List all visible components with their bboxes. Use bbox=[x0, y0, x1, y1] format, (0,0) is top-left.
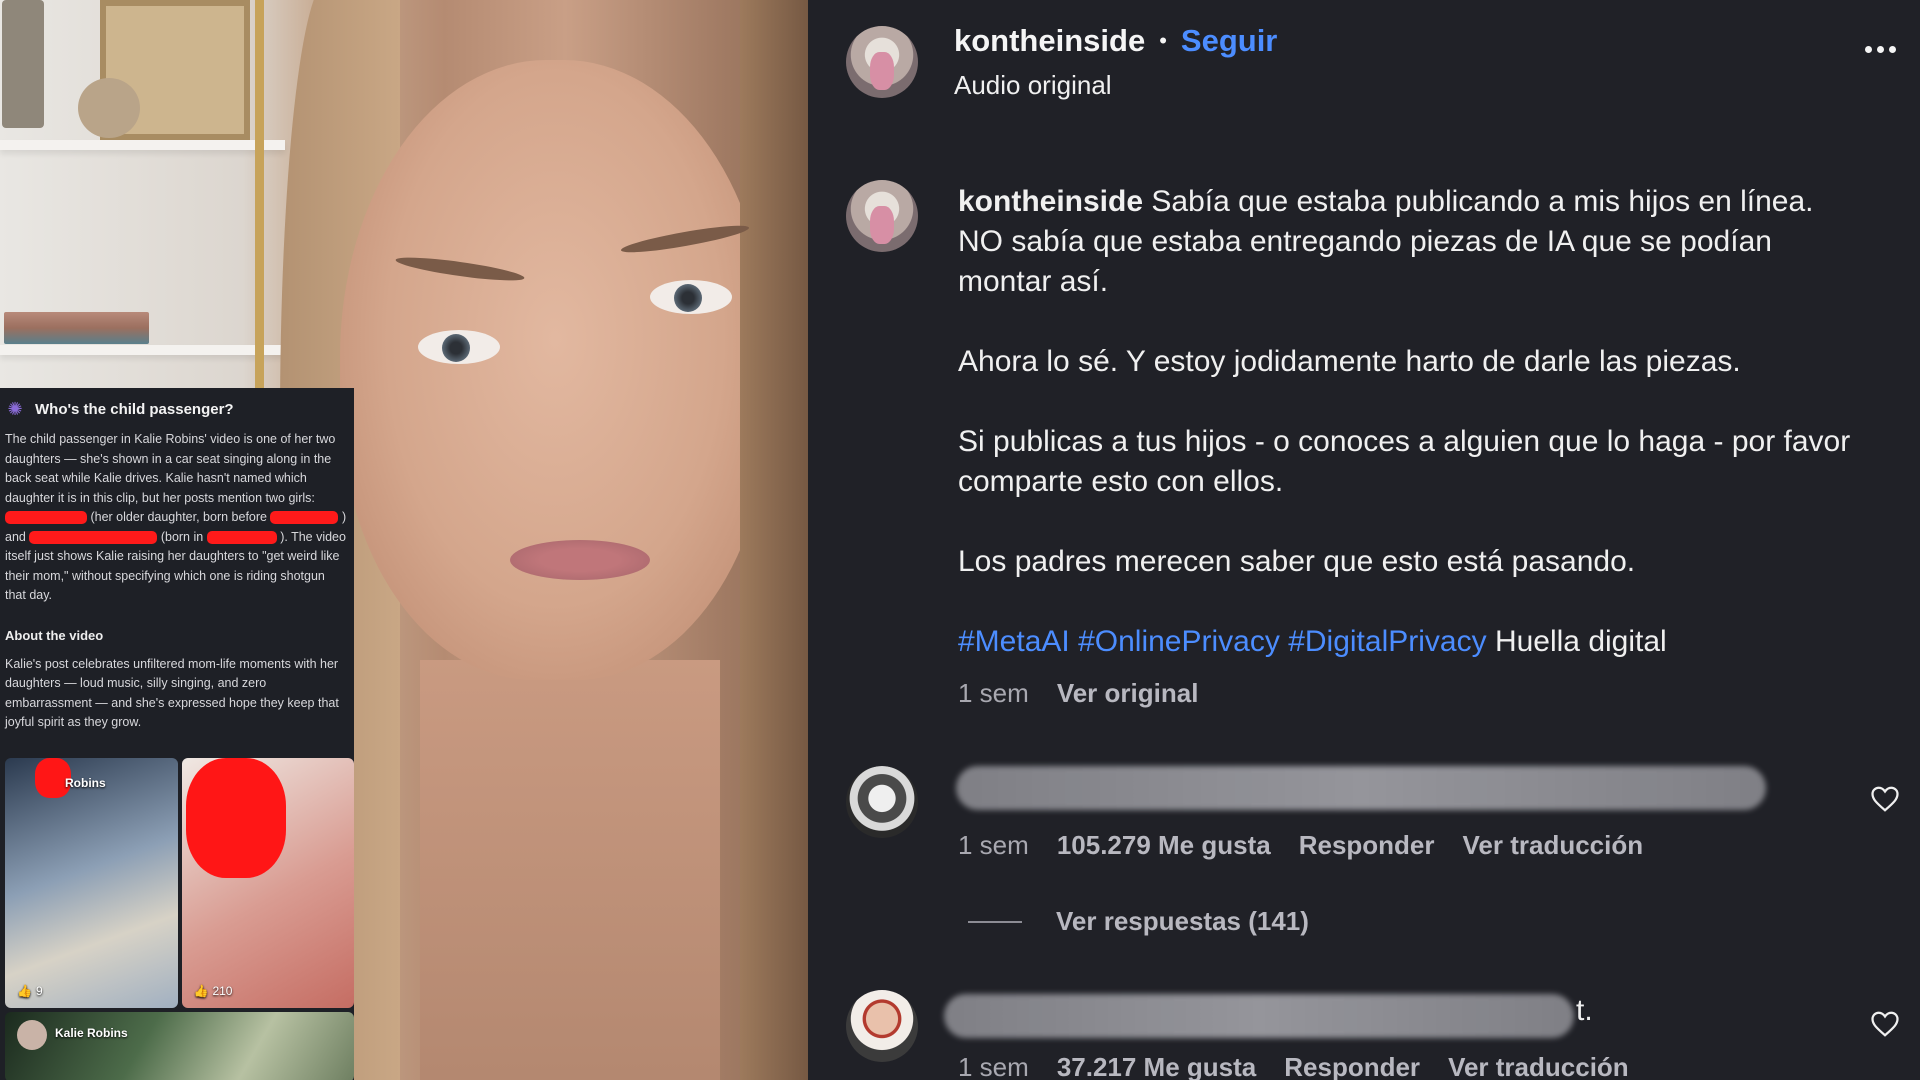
caption-text: Los padres merecen saber que esto está p… bbox=[958, 545, 1636, 578]
person-mouth bbox=[510, 540, 650, 580]
redaction-mark bbox=[206, 530, 277, 544]
thumbnail-author: Robins bbox=[65, 776, 106, 790]
comment-meta: 1 sem 37.217 Me gusta Responder Ver trad… bbox=[958, 1052, 1629, 1080]
hashtag-link[interactable]: #MetaAI bbox=[958, 625, 1070, 658]
caption-tail-text: Huella digital bbox=[1494, 625, 1667, 658]
commenter-avatar[interactable] bbox=[846, 990, 918, 1062]
avatar bbox=[17, 1020, 47, 1050]
caption-text: Ahora lo sé. Y estoy jodidamente harto d… bbox=[958, 345, 1741, 378]
background-books bbox=[4, 312, 149, 344]
overlay-about-text: Kalie's post celebrates unfiltered mom-l… bbox=[5, 656, 339, 730]
see-translation-button[interactable]: Ver traducción bbox=[1448, 1052, 1629, 1080]
view-replies-button[interactable]: Ver respuestas (141) bbox=[968, 906, 1309, 937]
post-caption: kontheinside Sabía que estaba publicando… bbox=[958, 182, 1858, 662]
overlay-text: The child passenger in Kalie Robins' vid… bbox=[5, 432, 336, 505]
background-shelf bbox=[0, 345, 285, 355]
overlay-title: Who's the child passenger? bbox=[35, 400, 234, 418]
overlay-text: (born in bbox=[160, 529, 204, 544]
person-eye bbox=[650, 280, 732, 314]
thumbnail-author: Kalie Robins bbox=[55, 1026, 128, 1040]
more-options-icon[interactable] bbox=[1865, 46, 1896, 53]
caption-time: 1 sem bbox=[958, 678, 1029, 708]
comment-meta: 1 sem 105.279 Me gusta Responder Ver tra… bbox=[958, 830, 1643, 861]
background-shelf bbox=[0, 140, 285, 150]
thumbnail-likes: 👍 9 bbox=[17, 984, 43, 998]
post-header: kontheinside • Seguir bbox=[954, 23, 1277, 59]
author-avatar[interactable] bbox=[846, 26, 918, 98]
see-translation-button[interactable]: Ver traducción bbox=[1463, 830, 1644, 861]
person-face bbox=[340, 60, 770, 680]
commenter-avatar[interactable] bbox=[846, 766, 918, 838]
caption-hashtags: #MetaAI #OnlinePrivacy #DigitalPrivacy H… bbox=[958, 622, 1858, 662]
blurred-comment-text bbox=[956, 766, 1766, 810]
comment-visible-text: t. bbox=[1576, 994, 1593, 1027]
caption-author-avatar[interactable] bbox=[846, 180, 918, 252]
redaction-mark bbox=[185, 758, 286, 878]
hashtag-link[interactable]: #OnlinePrivacy bbox=[1078, 625, 1280, 658]
person-eye bbox=[418, 330, 500, 364]
thumbnail-likes: 👍 210 bbox=[194, 984, 233, 998]
overlay-subheading: About the video bbox=[5, 627, 104, 643]
redaction-mark bbox=[270, 511, 339, 525]
caption-meta: 1 sem Ver original bbox=[958, 678, 1198, 709]
post-panel: kontheinside • Seguir Audio original kon… bbox=[808, 0, 1920, 1080]
thumbs-up-icon: 👍 bbox=[17, 984, 32, 998]
redaction-mark bbox=[5, 511, 87, 525]
caption-text: Si publicas a tus hijos - o conoces a al… bbox=[958, 425, 1851, 498]
separator-dot: • bbox=[1159, 28, 1167, 53]
thumbs-up-icon: 👍 bbox=[193, 984, 209, 998]
see-original-button[interactable]: Ver original bbox=[1057, 678, 1199, 709]
thumbnail-like-count: 9 bbox=[35, 984, 43, 998]
background-shelf-post bbox=[255, 0, 264, 390]
background-vase bbox=[78, 78, 140, 138]
comment-time: 1 sem bbox=[958, 830, 1029, 860]
sparkle-icon: ✺ bbox=[7, 399, 23, 419]
follow-button[interactable]: Seguir bbox=[1181, 23, 1277, 59]
overlay-body: The child passenger in Kalie Robins' vid… bbox=[5, 430, 349, 606]
background-bottle bbox=[2, 0, 44, 128]
view-replies-label: Ver respuestas (141) bbox=[1056, 906, 1309, 936]
comment-likes[interactable]: 105.279 Me gusta bbox=[1057, 830, 1271, 861]
blurred-comment-text bbox=[944, 994, 1574, 1038]
ai-answer-overlay: ✺ Who's the child passenger? The child p… bbox=[0, 388, 354, 1080]
related-thumbnails: Robins 👍 9 👍 210 bbox=[5, 758, 354, 1008]
redaction-mark bbox=[29, 530, 158, 544]
thumbnail-video[interactable]: 👍 210 bbox=[181, 758, 354, 1008]
comment-likes[interactable]: 37.217 Me gusta bbox=[1057, 1052, 1256, 1080]
reply-button[interactable]: Responder bbox=[1284, 1052, 1420, 1080]
author-username[interactable]: kontheinside bbox=[954, 23, 1145, 59]
heart-icon[interactable] bbox=[1870, 785, 1900, 813]
caption-username[interactable]: kontheinside bbox=[958, 185, 1143, 218]
reply-button[interactable]: Responder bbox=[1299, 830, 1435, 861]
thumbnail-like-count: 210 bbox=[212, 984, 233, 998]
thumbnail-video[interactable]: Kalie Robins bbox=[5, 1012, 354, 1080]
overlay-header: ✺ Who's the child passenger? bbox=[5, 394, 349, 424]
video-player[interactable]: ✺ Who's the child passenger? The child p… bbox=[0, 0, 808, 1080]
person-neck bbox=[420, 660, 720, 1080]
comment-time: 1 sem bbox=[958, 1052, 1029, 1080]
heart-icon[interactable] bbox=[1870, 1010, 1900, 1038]
thumbnail-video[interactable]: Robins 👍 9 bbox=[5, 758, 178, 1008]
overlay-text: (her older daughter, born before bbox=[90, 510, 267, 524]
hashtag-link[interactable]: #DigitalPrivacy bbox=[1288, 625, 1486, 658]
person-hair bbox=[740, 0, 808, 1080]
replies-line bbox=[968, 920, 1022, 923]
audio-label[interactable]: Audio original bbox=[954, 70, 1112, 101]
